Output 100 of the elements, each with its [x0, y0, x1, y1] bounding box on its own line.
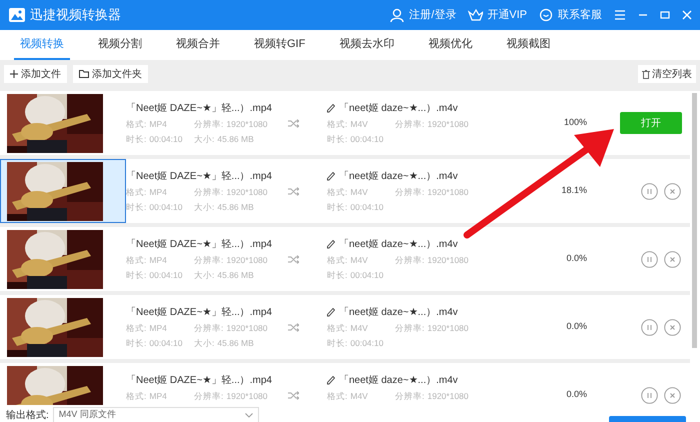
progress-text: 0.0%: [565, 252, 588, 266]
meta-value: 1920*1080: [226, 254, 268, 266]
meta-label: 格式:: [126, 390, 146, 403]
meta-value: 45.86 MB: [217, 268, 254, 282]
meta-label: 格式:: [126, 118, 146, 130]
output-file-name: 「neet姬 daze~★...）.m4v: [339, 238, 458, 252]
meta-value: 45.86 MB: [217, 336, 254, 350]
meta-value: 00:04:10: [350, 268, 384, 282]
tab[interactable]: 视频合并: [170, 30, 226, 60]
meta-label: 格式:: [327, 186, 348, 198]
window-title: 迅捷视频转换器: [30, 6, 121, 24]
meta-value: 1920*1080: [427, 186, 469, 198]
trash-icon: [642, 70, 650, 78]
meta-label: 时长:: [126, 132, 146, 146]
progress-text: 0.0%: [565, 320, 588, 334]
file-name: 「Neet姬 DAZE~★」轻...）.mp4: [126, 102, 273, 116]
meta-label: 时长:: [327, 200, 348, 214]
chevron-down-icon: [244, 412, 253, 418]
pause-icon[interactable]: [641, 386, 658, 404]
meta-value: MP4: [149, 390, 167, 403]
meta-value: 00:04:10: [350, 336, 384, 350]
file-name: 「Neet姬 DAZE~★」轻...）.mp4: [126, 238, 273, 252]
meta-value: MP4: [149, 186, 167, 198]
meta-label: 分辨率:: [395, 186, 424, 198]
meta-label: 分辨率:: [194, 254, 224, 266]
meta-value: 00:04:10: [149, 132, 182, 146]
pause-icon[interactable]: [641, 318, 658, 336]
meta-value: M4V: [350, 118, 368, 130]
meta-value: 45.86 MB: [217, 200, 254, 214]
meta-label: 格式:: [126, 186, 146, 198]
meta-value: MP4: [149, 254, 167, 266]
pencil-icon: [327, 172, 335, 181]
file-row[interactable]: 「Neet姬 DAZE~★」轻...）.mp4 格式: MP4 分辨率: 1920*1080 时长: 00:04:10 大小: 45.86 MB 「neet姬 daze~★...）.m4v 格式: M4V 分辨率: 1920*1080 时长: 00:04:10 100% 打开: [0, 91, 690, 155]
pause-icon[interactable]: [641, 250, 658, 268]
add-file-button[interactable]: 添加文件: [4, 65, 67, 83]
tab[interactable]: 视频优化: [422, 30, 478, 60]
file-row[interactable]: 「Neet姬 DAZE~★」轻...）.mp4 格式: MP4 分辨率: 1920*1080 时长: 00:04:10 大小: 45.86 MB 「neet姬 daze~★...）.m4v 格式: M4V 分辨率: 1920*1080 时长: 00:04:10 0.0%: [0, 295, 690, 359]
file-name: 「Neet姬 DAZE~★」轻...）.mp4: [126, 306, 273, 320]
meta-label: 分辨率:: [194, 186, 224, 198]
meta-value: M4V: [350, 186, 368, 198]
meta-label: 时长:: [327, 132, 348, 146]
chat-icon: [539, 8, 554, 22]
header-link[interactable]: 注册/登录: [409, 6, 456, 24]
tab[interactable]: 视频转换: [14, 30, 70, 60]
meta-value: 1920*1080: [226, 118, 268, 130]
file-name: 「Neet姬 DAZE~★」轻...）.mp4: [126, 374, 273, 388]
scrollbar-thumb[interactable]: [692, 93, 697, 348]
tab[interactable]: 视频截图: [500, 30, 556, 60]
meta-value: 00:04:10: [149, 336, 182, 350]
meta-value: 1920*1080: [226, 390, 268, 403]
file-name: 「Neet姬 DAZE~★」轻...）.mp4: [126, 170, 273, 184]
progress-text: 100%: [562, 116, 588, 130]
shuffle-icon: [288, 390, 299, 400]
maximize-icon[interactable]: [660, 10, 670, 20]
output-format-label: 输出格式:: [6, 408, 49, 422]
meta-label: 分辨率:: [194, 118, 224, 130]
clear-list-button[interactable]: 清空列表: [638, 65, 696, 83]
output-file-name: 「neet姬 daze~★...）.m4v: [339, 102, 458, 116]
meta-label: 格式:: [327, 390, 348, 403]
meta-label: 大小:: [194, 200, 214, 214]
meta-value: MP4: [149, 118, 167, 130]
meta-label: 大小:: [194, 132, 214, 146]
meta-value: 00:04:10: [350, 132, 384, 146]
pencil-icon: [327, 376, 335, 386]
logo-icon: [8, 7, 26, 23]
menu-icon[interactable]: [614, 10, 626, 20]
file-row[interactable]: 「Neet姬 DAZE~★」轻...）.mp4 格式: MP4 分辨率: 1920*1080 「neet姬 daze~★...）.m4v 格式: M4V 分辨率: 1920*1080 0.0%: [0, 363, 690, 405]
output-file-name: 「neet姬 daze~★...）.m4v: [339, 170, 458, 184]
folder-icon: [79, 70, 89, 78]
meta-label: 分辨率:: [395, 390, 424, 403]
user-icon: [390, 8, 406, 22]
close-icon[interactable]: [664, 318, 681, 336]
close-icon[interactable]: [664, 182, 681, 200]
pencil-icon: [327, 104, 335, 113]
meta-label: 时长:: [126, 200, 146, 214]
tab[interactable]: 视频分割: [92, 30, 148, 60]
add-folder-button[interactable]: 添加文件夹: [73, 65, 148, 83]
close-icon[interactable]: [664, 250, 681, 268]
meta-value: M4V: [350, 254, 368, 266]
tab[interactable]: 视频去水印: [333, 30, 400, 60]
output-file-name: 「neet姬 daze~★...）.m4v: [339, 306, 458, 320]
meta-value: M4V: [350, 322, 368, 334]
meta-value: 1920*1080: [427, 322, 469, 334]
file-row[interactable]: 「Neet姬 DAZE~★」轻...）.mp4 格式: MP4 分辨率: 1920*1080 时长: 00:04:10 大小: 45.86 MB 「neet姬 daze~★...）.m4v 格式: M4V 分辨率: 1920*1080 时长: 00:04:10 18.1%: [0, 159, 690, 223]
header-link[interactable]: 开通VIP: [487, 6, 527, 24]
meta-value: M4V: [350, 390, 368, 403]
meta-label: 格式:: [327, 254, 348, 266]
plus-icon: [10, 70, 18, 78]
close-icon[interactable]: [664, 386, 681, 404]
shuffle-icon: [288, 254, 299, 264]
meta-label: 分辨率:: [395, 254, 424, 266]
tab[interactable]: 视频转GIF: [248, 30, 312, 60]
output-format-select[interactable]: M4V 同原文件: [52, 407, 259, 422]
meta-label: 格式:: [126, 322, 146, 334]
file-row[interactable]: 「Neet姬 DAZE~★」轻...）.mp4 格式: MP4 分辨率: 1920*1080 时长: 00:04:10 大小: 45.86 MB 「neet姬 daze~★...）.m4v 格式: M4V 分辨率: 1920*1080 时长: 00:04:10 0.0%: [0, 227, 690, 291]
progress-text: 18.1%: [560, 184, 588, 198]
pencil-icon: [327, 308, 335, 317]
header-link[interactable]: 联系客服: [558, 6, 602, 24]
pause-icon[interactable]: [641, 182, 658, 200]
output-file-name: 「neet姬 daze~★...）.m4v: [339, 374, 458, 388]
